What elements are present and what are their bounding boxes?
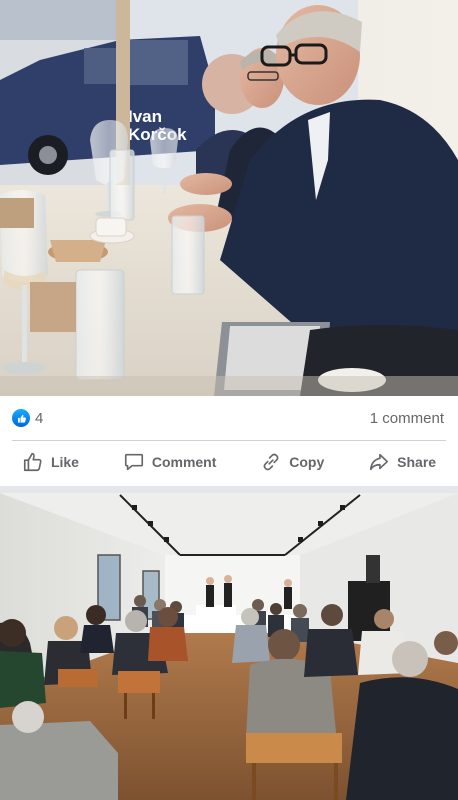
reaction-summary[interactable]: 4 xyxy=(12,409,43,427)
news-feed: Ivan Korčok xyxy=(0,0,458,800)
reaction-count: 4 xyxy=(35,409,44,427)
post-actions: Like Comment Copy Share xyxy=(0,444,458,480)
reactions-row: 4 1 comment xyxy=(12,406,444,430)
copy-button[interactable]: Copy xyxy=(254,447,330,477)
thumbs-up-icon xyxy=(22,451,44,473)
comment-label: Comment xyxy=(151,454,217,470)
share-label: Share xyxy=(397,454,437,470)
like-label: Like xyxy=(50,454,79,470)
comment-button[interactable]: Comment xyxy=(117,447,223,477)
comment-bubble-icon xyxy=(123,451,145,473)
post-photo-press-conference[interactable]: Ivan Korčok xyxy=(0,0,458,396)
copy-label: Copy xyxy=(289,454,325,470)
post-separator xyxy=(0,486,458,493)
comment-count[interactable]: 1 comment xyxy=(370,410,444,427)
link-icon xyxy=(260,451,282,473)
post-photo-event-room[interactable] xyxy=(0,493,458,800)
post-footer: 4 1 comment Like Comment Copy Share xyxy=(0,396,458,486)
share-button[interactable]: Share xyxy=(362,447,442,477)
share-arrow-icon xyxy=(368,451,390,473)
like-button[interactable]: Like xyxy=(16,447,85,477)
banner-name-line1: Ivan xyxy=(128,107,162,126)
like-icon xyxy=(12,409,30,427)
footer-divider xyxy=(12,440,446,441)
